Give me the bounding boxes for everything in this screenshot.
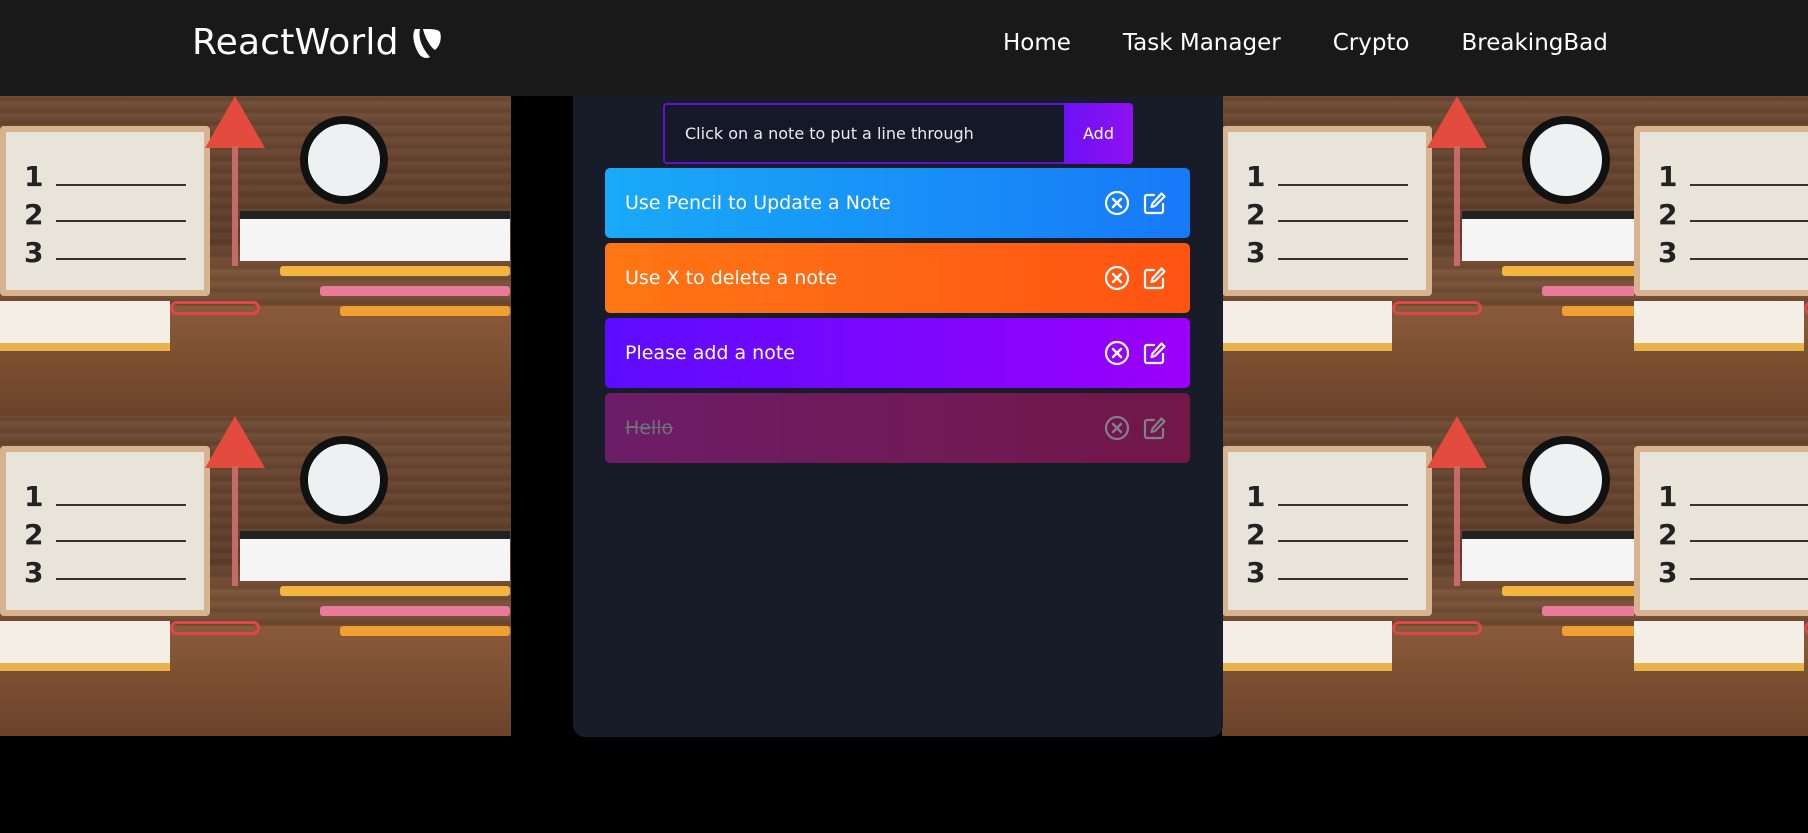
todo-item[interactable]: Please add a note xyxy=(605,318,1190,388)
pencil-square-icon[interactable] xyxy=(1142,415,1168,441)
desk-photo-tile: 123 xyxy=(0,416,511,736)
desk-photo-tile: 123 xyxy=(0,96,511,416)
todo-item-completed[interactable]: Hello xyxy=(605,393,1190,463)
todo-text[interactable]: Please add a note xyxy=(625,342,1104,364)
todo-actions xyxy=(1104,340,1168,366)
desk-photo-tile: 123 xyxy=(1634,416,1808,736)
todo-item[interactable]: Use X to delete a note xyxy=(605,243,1190,313)
todo-actions xyxy=(1104,265,1168,291)
circle-x-icon[interactable] xyxy=(1104,265,1130,291)
todo-actions xyxy=(1104,190,1168,216)
add-button[interactable]: Add xyxy=(1064,103,1133,164)
nav-links: Home Task Manager Crypto BreakingBad xyxy=(1003,30,1608,56)
nav-link-home[interactable]: Home xyxy=(1003,30,1071,56)
add-note-form: Add xyxy=(663,103,1133,164)
typo3-logo-icon xyxy=(413,28,441,58)
todo-item[interactable]: Use Pencil to Update a Note xyxy=(605,168,1190,238)
circle-x-icon[interactable] xyxy=(1104,415,1130,441)
todo-text[interactable]: Use Pencil to Update a Note xyxy=(625,192,1104,214)
circle-x-icon[interactable] xyxy=(1104,190,1130,216)
nav-link-breakingbad[interactable]: BreakingBad xyxy=(1462,30,1608,56)
pencil-square-icon[interactable] xyxy=(1142,265,1168,291)
navbar: ReactWorld Home Task Manager Crypto Brea… xyxy=(0,0,1808,96)
brand-name: ReactWorld xyxy=(192,22,399,63)
pencil-square-icon[interactable] xyxy=(1142,190,1168,216)
nav-link-task-manager[interactable]: Task Manager xyxy=(1123,30,1281,56)
circle-x-icon[interactable] xyxy=(1104,340,1130,366)
note-input[interactable] xyxy=(663,103,1064,164)
todo-text[interactable]: Hello xyxy=(625,417,1104,439)
brand-link[interactable]: ReactWorld xyxy=(192,22,443,63)
todo-actions xyxy=(1104,415,1168,441)
pencil-square-icon[interactable] xyxy=(1142,340,1168,366)
todo-text[interactable]: Use X to delete a note xyxy=(625,267,1104,289)
todo-panel: Add Use Pencil to Update a Note Use X to… xyxy=(573,96,1223,737)
desk-photo-tile: 123 xyxy=(1634,96,1808,416)
nav-link-crypto[interactable]: Crypto xyxy=(1333,30,1410,56)
